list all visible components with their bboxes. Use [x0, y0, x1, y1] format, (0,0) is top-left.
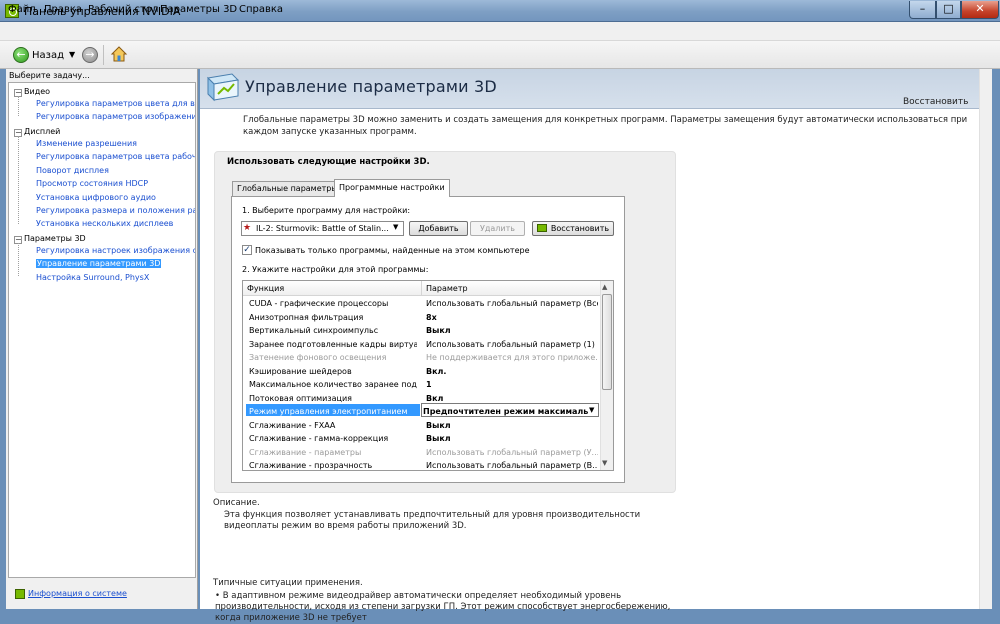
select-program-label: 1. Выберите программу для настройки: — [242, 206, 411, 215]
3d-settings-icon — [206, 73, 240, 102]
tree-guide — [18, 96, 19, 116]
tree-item-desktop-size[interactable]: Регулировка размера и положения рабі — [36, 206, 195, 215]
tree-guide — [18, 136, 19, 224]
show-only-found-label[interactable]: Показывать только программы, найденные н… — [255, 246, 530, 255]
table-row-value[interactable]: Вкл. — [426, 367, 598, 376]
chevron-down-icon[interactable]: ▼ — [589, 406, 594, 414]
system-info-link[interactable]: Информация о системе — [28, 589, 127, 598]
close-button[interactable]: ✕ — [961, 1, 999, 19]
tree-category-display[interactable]: − Дисплей — [14, 127, 60, 137]
table-row-feature[interactable]: CUDA - графические процессоры — [249, 299, 417, 308]
program-star-icon: ★ — [243, 223, 252, 233]
table-row-feature[interactable]: Заранее подготовленные кадры виртуа... — [249, 340, 417, 349]
nvidia-logo-icon — [537, 224, 547, 232]
tree-item-digital-audio[interactable]: Установка цифрового аудио — [36, 193, 195, 202]
minimize-button[interactable]: – — [909, 1, 936, 19]
tree-category-video[interactable]: − Видео — [14, 87, 50, 97]
description-label: Описание. — [213, 498, 260, 508]
table-row-value[interactable]: Выкл — [426, 434, 598, 443]
table-row-feature[interactable]: Анизотропная фильтрация — [249, 313, 417, 322]
task-prompt: Выберите задачу... — [9, 71, 90, 80]
scroll-up-icon[interactable]: ▲ — [602, 283, 607, 291]
home-icon[interactable] — [110, 45, 128, 63]
chevron-down-icon[interactable]: ▼ — [393, 223, 398, 231]
table-row-value[interactable]: Использовать глобальный параметр (Все) — [426, 299, 598, 308]
back-arrow-icon[interactable]: ← — [13, 47, 29, 63]
tree-category-label: Дисплей — [24, 127, 61, 136]
tree-item-hdcp-status[interactable]: Просмотр состояния HDCP — [36, 179, 195, 188]
tree-item-video-image[interactable]: Регулировка параметров изображения , — [36, 112, 195, 121]
toolbar-separator — [103, 45, 104, 65]
table-row-value[interactable]: Предпочтителен режим максималь — [423, 407, 588, 416]
description-text: Эта функция позволяет устанавливать пред… — [224, 510, 641, 531]
tab-global-settings[interactable]: Глобальные параметры — [232, 181, 343, 196]
show-only-found-checkbox[interactable]: ✓ — [242, 245, 252, 255]
column-header-feature[interactable]: Функция — [247, 284, 284, 293]
table-row-feature[interactable]: Потоковая оптимизация — [249, 394, 417, 403]
restore-defaults-link[interactable]: Восстановить — [903, 97, 968, 107]
menu-3d-settings[interactable]: Параметры 3D — [160, 4, 237, 15]
usage-text: • В адаптивном режиме видеодрайвер автом… — [215, 591, 671, 623]
back-dropdown-icon[interactable]: ▼ — [69, 50, 75, 59]
table-row-feature[interactable]: Кэширование шейдеров — [249, 367, 417, 376]
tree-item-multiple-displays[interactable]: Установка нескольких дисплеев — [36, 219, 195, 228]
tree-category-label: Видео — [24, 87, 51, 96]
delete-program-button[interactable]: Удалить — [470, 221, 525, 236]
tab-program-settings[interactable]: Программные настройки — [334, 179, 450, 197]
tree-guide — [18, 243, 19, 276]
toolbar — [0, 41, 1000, 69]
scroll-thumb[interactable] — [602, 294, 612, 390]
tree-item-surround-physx[interactable]: Настройка Surround, PhysX — [36, 273, 195, 282]
scroll-down-icon[interactable]: ▼ — [602, 459, 607, 467]
tree-item-image-settings-preview[interactable]: Регулировка настроек изображения с п — [36, 246, 195, 255]
table-row-value[interactable]: Выкл — [426, 326, 598, 335]
main-scrollbar[interactable] — [979, 69, 992, 609]
tree-item-change-resolution[interactable]: Изменение разрешения — [36, 139, 195, 148]
table-row-value[interactable]: Использовать глобальный параметр (В... — [426, 461, 598, 470]
menu-bar — [0, 22, 1000, 41]
table-row-feature[interactable]: Сглаживание - прозрачность — [249, 461, 417, 470]
table-row-value[interactable]: Выкл — [426, 421, 598, 430]
table-row-value[interactable]: Не поддерживается для этого приложе... — [426, 353, 598, 362]
back-button[interactable]: Назад — [32, 50, 64, 61]
column-separator[interactable] — [421, 281, 422, 296]
tree-category-3d[interactable]: − Параметры 3D — [14, 234, 86, 244]
page-description: Глобальные параметры 3D можно заменить и… — [243, 115, 968, 137]
table-row-feature[interactable]: Сглаживание - FXAA — [249, 421, 417, 430]
program-select[interactable]: IL-2: Sturmovik: Battle of Stalin... — [241, 221, 404, 236]
tree-item-desktop-color[interactable]: Регулировка параметров цвета рабочег — [36, 152, 195, 161]
system-info-icon — [15, 589, 25, 599]
settings-heading: Использовать следующие настройки 3D. — [227, 157, 430, 167]
menu-edit[interactable]: Правка — [44, 4, 82, 15]
maximize-button[interactable]: □ — [936, 1, 961, 19]
table-row-value[interactable]: Использовать глобальный параметр (1) — [426, 340, 598, 349]
tree-item-rotate-display[interactable]: Поворот дисплея — [36, 166, 195, 175]
menu-help[interactable]: Справка — [239, 4, 283, 15]
table-row-value[interactable]: Вкл — [426, 394, 598, 403]
usage-label: Типичные ситуации применения. — [213, 578, 363, 588]
add-program-button[interactable]: Добавить — [409, 221, 468, 236]
program-settings-label: 2. Укажите настройки для этой программы: — [242, 265, 429, 274]
table-row-value[interactable]: 1 — [426, 380, 598, 389]
task-tree[interactable]: − Видео Регулировка параметров цвета для … — [8, 82, 196, 578]
table-row-feature[interactable]: Сглаживание - гамма-коррекция — [249, 434, 417, 443]
tree-item-video-color[interactable]: Регулировка параметров цвета для вид — [36, 99, 195, 108]
column-header-value[interactable]: Параметр — [426, 284, 468, 293]
tree-category-label: Параметры 3D — [24, 234, 86, 243]
table-row-feature[interactable]: Максимальное количество заранее под... — [249, 380, 417, 389]
page-title: Управление параметрами 3D — [245, 77, 497, 96]
menu-desktop[interactable]: Рабочий стол — [88, 4, 158, 15]
table-row-feature[interactable]: Затенение фонового освещения — [249, 353, 417, 362]
tree-item-manage-3d-settings[interactable]: Управление параметрами 3D — [36, 259, 162, 268]
table-row-feature[interactable]: Вертикальный синхроимпульс — [249, 326, 417, 335]
table-row-feature[interactable]: Сглаживание - параметры — [249, 448, 417, 457]
table-row-value[interactable]: 8x — [426, 313, 598, 322]
table-row-feature[interactable]: Режим управления электропитанием — [249, 407, 417, 416]
menu-file[interactable]: Файл — [8, 4, 36, 15]
table-row-value[interactable]: Использовать глобальный параметр (У... — [426, 448, 598, 457]
forward-arrow-icon[interactable]: → — [82, 47, 98, 63]
